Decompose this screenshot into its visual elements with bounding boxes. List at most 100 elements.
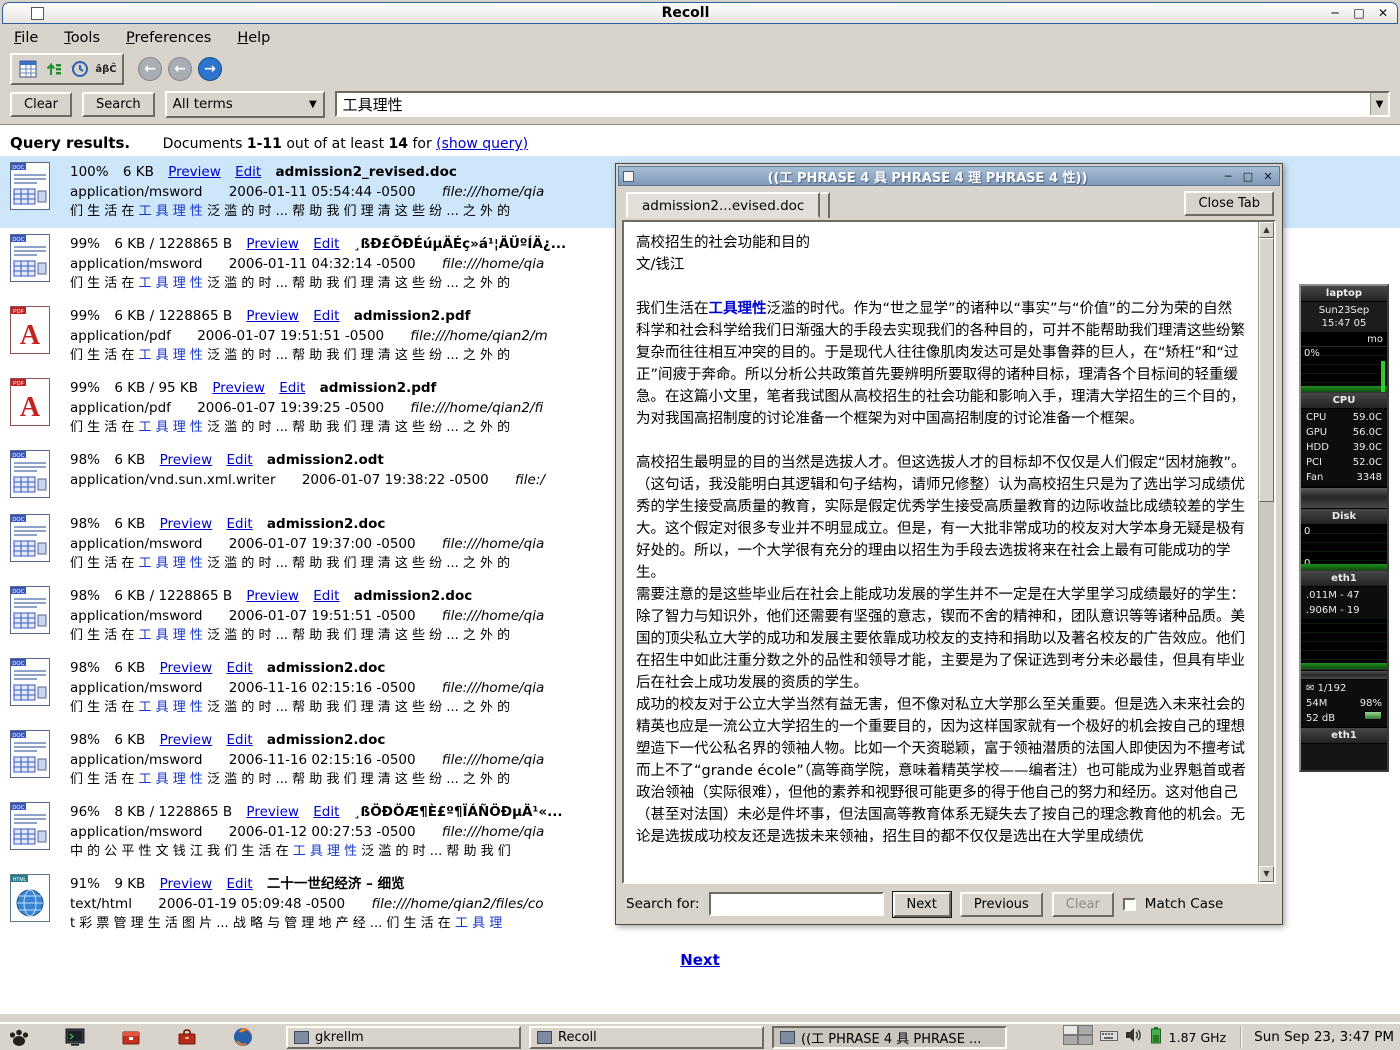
window-manager-menu-icon[interactable] [6, 1026, 32, 1048]
find-clear-button[interactable]: Clear [1052, 892, 1114, 917]
edit-link[interactable]: Edit [313, 236, 339, 252]
result-mimetype: application/vnd.sun.xml.writer [70, 472, 276, 488]
snippet-highlighted-term: 工 具 理 性 [139, 772, 203, 787]
edit-link[interactable]: Edit [313, 588, 339, 604]
find-input[interactable] [709, 892, 884, 916]
net-chart [1301, 620, 1387, 670]
history-icon[interactable] [68, 57, 92, 81]
net-rates: .011M - 47 .906M - 19 [1301, 587, 1387, 620]
edit-link[interactable]: Edit [313, 308, 339, 324]
edit-link[interactable]: Edit [313, 804, 339, 820]
preview-link[interactable]: Preview [246, 804, 299, 820]
preview-link[interactable]: Preview [160, 876, 213, 892]
snippet-text: 们 生 活 在 [70, 348, 139, 363]
sort-arrows-icon[interactable] [42, 57, 66, 81]
preview-scrollbar[interactable]: ▲ ▼ [1258, 222, 1274, 882]
svg-text:A: A [20, 392, 41, 423]
pdf-file-icon: PDFA [10, 378, 54, 438]
edit-link[interactable]: Edit [226, 732, 252, 748]
term-explorer-icon[interactable]: âβĈ [94, 57, 118, 81]
preview-link[interactable]: Preview [246, 236, 299, 252]
edit-link[interactable]: Edit [235, 164, 261, 180]
result-score: 98% [70, 588, 100, 604]
firefox-launcher-icon[interactable] [230, 1026, 256, 1048]
menu-file[interactable]: File [14, 30, 38, 46]
preview-link[interactable]: Preview [212, 380, 265, 396]
taskbar-task-preview[interactable]: ((工 PHRASE 4 具 PHRASE ... [772, 1026, 1007, 1049]
scrollbar-thumb[interactable] [1259, 238, 1274, 502]
query-history-arrow-icon[interactable]: ▼ [1370, 93, 1388, 115]
menu-tools[interactable]: Tools [64, 30, 100, 46]
scroll-up-icon[interactable]: ▲ [1259, 222, 1274, 238]
package-launcher-icon[interactable] [118, 1026, 144, 1048]
preview-link[interactable]: Preview [160, 732, 213, 748]
result-score: 99% [70, 308, 100, 324]
edit-link[interactable]: Edit [226, 516, 252, 532]
maximize-button[interactable]: □ [1351, 6, 1367, 20]
terminal-launcher-icon[interactable] [62, 1026, 88, 1048]
result-url: file:///home/qia [442, 184, 544, 200]
search-mode-select[interactable]: All terms ▼ [165, 91, 325, 118]
doc-file-icon: DOC [10, 730, 54, 790]
preview-minimize-button[interactable]: ─ [1221, 170, 1235, 183]
battery-icon[interactable] [1150, 1026, 1162, 1048]
task-window-icon [537, 1031, 552, 1044]
preview-body: 高校招生的社会功能和目的 文/钱江 我们生活在工具理性泛滥的时代。作为“世之显学… [622, 220, 1276, 884]
minimize-button[interactable]: ─ [1327, 6, 1343, 20]
result-date: 2006-01-11 05:54:44 -0500 [229, 184, 416, 200]
result-date: 2006-11-16 02:15:16 -0500 [229, 680, 416, 696]
result-mimetype: application/msword [70, 184, 202, 200]
preview-maximize-button[interactable]: □ [1241, 170, 1255, 183]
find-previous-button[interactable]: Previous [960, 892, 1043, 917]
toolbox-launcher-icon[interactable] [174, 1026, 200, 1048]
clear-button[interactable]: Clear [10, 92, 72, 117]
taskbar-task-recoll[interactable]: Recoll [529, 1026, 764, 1049]
scroll-down-icon[interactable]: ▼ [1259, 866, 1274, 882]
previous-page-button[interactable]: ← [168, 57, 192, 81]
doc-table-icon[interactable] [16, 57, 40, 81]
next-results-link[interactable]: Next [680, 951, 720, 969]
search-button[interactable]: Search [82, 92, 155, 117]
menu-help[interactable]: Help [237, 30, 270, 46]
preview-link[interactable]: Preview [160, 660, 213, 676]
search-input[interactable] [337, 93, 1370, 115]
match-case-checkbox[interactable] [1123, 898, 1136, 911]
taskbar-task-gkrellm[interactable]: gkrellm [286, 1026, 521, 1049]
first-page-button[interactable]: ← [138, 57, 162, 81]
svg-text:DOC: DOC [12, 661, 24, 667]
edit-link[interactable]: Edit [226, 876, 252, 892]
find-next-button[interactable]: Next [893, 892, 951, 917]
next-page-button[interactable]: → [198, 57, 222, 81]
doc-file-icon: DOC [10, 802, 54, 862]
preview-link[interactable]: Preview [160, 516, 213, 532]
snippet-text: 们 生 活 在 [70, 700, 139, 715]
preview-link[interactable]: Preview [168, 164, 221, 180]
result-title: ¸ßÖÐÖÆ¶È£º¶ÏÁÑÖÐµÄ¹«... [354, 804, 563, 820]
window-titlebar[interactable]: Recoll ─ □ ✕ [2, 2, 1398, 24]
gkrellm-monitor[interactable]: laptop Sun23Sep 15:47 05 mo 0% CPU CPU59… [1299, 284, 1389, 772]
edit-link[interactable]: Edit [279, 380, 305, 396]
edit-link[interactable]: Edit [226, 660, 252, 676]
keyboard-layout-icon[interactable] [1100, 1028, 1118, 1047]
menu-preferences[interactable]: Preferences [126, 30, 211, 46]
close-tab-button[interactable]: Close Tab [1184, 191, 1274, 216]
result-url: file:///home/qia [442, 824, 544, 840]
close-button[interactable]: ✕ [1375, 6, 1391, 20]
result-url: file:///home/qia [442, 680, 544, 696]
preview-link[interactable]: Preview [246, 588, 299, 604]
result-url: file:///home/qia [442, 536, 544, 552]
snippet-text: 们 生 活 在 [70, 276, 139, 291]
preview-document-tab[interactable]: admission2...evised.doc [626, 192, 820, 218]
workspace-pager[interactable] [1063, 1025, 1093, 1049]
preview-document-text[interactable]: 高校招生的社会功能和目的 文/钱江 我们生活在工具理性泛滥的时代。作为“世之显学… [624, 222, 1258, 882]
search-row: Clear Search All terms ▼ ▼ [2, 88, 1398, 120]
preview-titlebar[interactable]: ((工 PHRASE 4 具 PHRASE 4 理 PHRASE 4 性)) ─… [618, 166, 1280, 186]
preview-close-button[interactable]: ✕ [1261, 170, 1275, 183]
preview-link[interactable]: Preview [246, 308, 299, 324]
preview-link[interactable]: Preview [160, 452, 213, 468]
edit-link[interactable]: Edit [226, 452, 252, 468]
scrollbar-track[interactable] [1259, 238, 1274, 866]
taskbar-clock[interactable]: Sun Sep 23, 3:47 PM [1240, 1026, 1394, 1048]
show-query-link[interactable]: (show query) [436, 136, 528, 152]
volume-icon[interactable] [1125, 1027, 1143, 1047]
